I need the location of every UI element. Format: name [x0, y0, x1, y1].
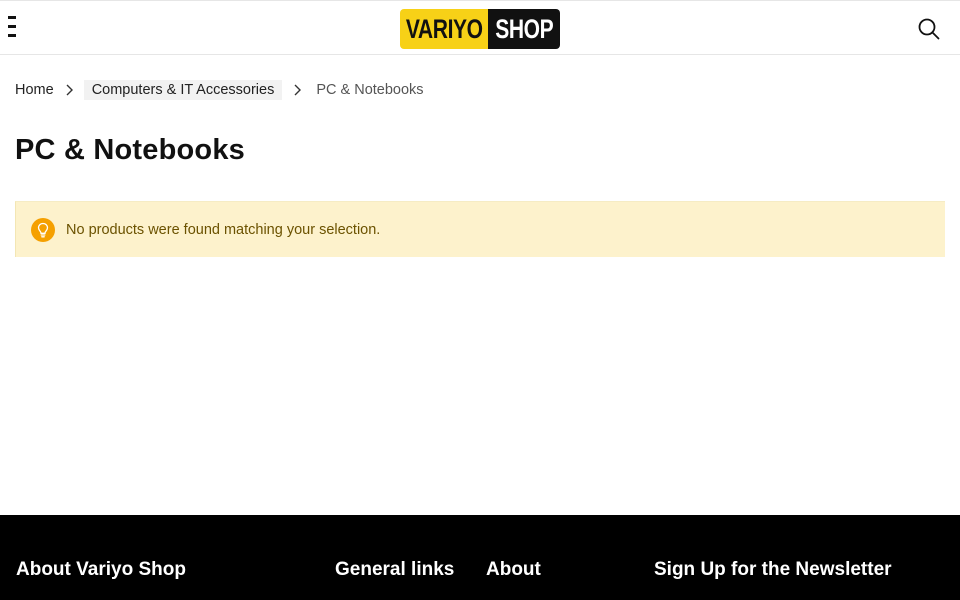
- search-icon[interactable]: [916, 16, 942, 42]
- breadcrumb-home-link[interactable]: Home: [15, 82, 54, 98]
- chevron-right-icon: [54, 84, 84, 96]
- site-logo[interactable]: VARIYO SHOP: [400, 9, 560, 49]
- logo-left-text: VARIYO: [405, 13, 483, 44]
- footer-heading-about: About: [486, 559, 541, 580]
- notice-text: No products were found matching your sel…: [66, 221, 381, 238]
- footer-heading-newsletter: Sign Up for the Newsletter: [654, 559, 892, 580]
- site-footer: About Variyo Shop General links About Si…: [0, 515, 960, 600]
- chevron-right-icon: [282, 84, 312, 96]
- footer-heading-about-shop: About Variyo Shop: [16, 559, 186, 580]
- breadcrumb: Home Computers & IT Accessories PC & Not…: [15, 79, 424, 101]
- menu-icon[interactable]: [0, 13, 22, 41]
- logo-right-text: SHOP: [494, 13, 554, 44]
- breadcrumb-current: PC & Notebooks: [316, 82, 424, 98]
- site-header: VARIYO SHOP: [0, 0, 960, 55]
- lightbulb-icon: [31, 217, 55, 242]
- page-title: PC & Notebooks: [15, 134, 245, 166]
- logo-right-block: SHOP: [488, 9, 560, 49]
- logo-left-block: VARIYO: [400, 9, 488, 49]
- breadcrumb-category-link[interactable]: Computers & IT Accessories: [83, 80, 283, 100]
- page: VARIYO SHOP Home Computers & IT Accessor…: [0, 0, 960, 600]
- footer-heading-general-links: General links: [335, 559, 455, 580]
- info-notice: No products were found matching your sel…: [15, 201, 945, 257]
